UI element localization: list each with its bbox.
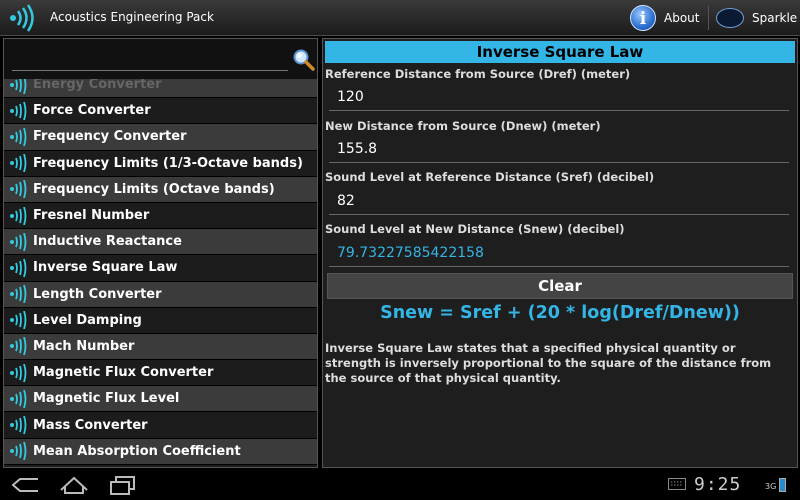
list-item[interactable]: Length Converter [4,280,317,307]
sound-wave-icon [10,442,27,461]
list-item[interactable]: Magnetic Flux Converter [4,359,317,386]
list-item[interactable]: Mass Converter [4,411,317,438]
list-item-label: Fresnel Number [33,208,150,224]
search-input[interactable] [12,49,288,71]
search-row [4,39,317,79]
list-item[interactable]: Inductive Reactance [4,228,317,255]
sound-wave-icon [10,127,27,146]
calculator-title: Inverse Square Law [325,41,795,63]
sound-wave-icon [10,232,27,251]
list-item[interactable]: Mach Number [4,332,317,360]
back-icon[interactable] [8,474,44,496]
sref-label: Sound Level at Reference Distance (Sref)… [325,170,655,184]
clear-button[interactable]: Clear [327,273,793,299]
dnew-label: New Distance from Source (Dnew) (meter) [325,119,601,133]
list-item-label: Frequency Limits (1/3-Octave bands) [33,155,303,171]
sparkle-button[interactable]: Sparkle [716,2,800,34]
list-item-label: Force Converter [33,103,151,119]
list-item[interactable]: Frequency Limits (Octave bands) [4,175,317,202]
calculator-list-panel: Energy Converter Force Converter Frequency… [3,38,318,468]
app-title: Acoustics Engineering Pack [50,10,214,24]
list-item-label: Inductive Reactance [33,234,182,250]
keyboard-icon [668,478,686,490]
clock: 9:25 [694,474,742,495]
sound-wave-icon [10,180,27,199]
sound-wave-icon [10,258,27,277]
description: Inverse Square Law states that a specifi… [325,341,772,385]
app-sound-wave-icon [10,4,34,32]
sound-wave-icon [10,285,27,304]
battery-icon [779,478,786,492]
list-item-label: Frequency Limits (Octave bands) [33,181,275,197]
list-item-label: Mean Absorption Coefficient [33,443,241,459]
about-label: About [664,11,700,25]
snew-result: 79.73227585422158 [329,239,789,267]
sound-wave-icon [10,206,27,225]
list-item-label: Energy Converter [33,77,162,93]
list-item-label: Frequency Converter [33,129,187,145]
list-item[interactable]: Inverse Square Law [4,254,317,281]
sparkle-logo-icon [716,8,744,28]
sound-wave-icon [10,154,27,173]
list-item-label: Magnetic Flux Level [33,391,180,407]
sound-wave-icon [10,101,27,120]
system-bar: 9:25 3G [0,470,800,500]
list-item-label: Magnetic Flux Converter [33,365,214,381]
sound-wave-icon [10,337,27,356]
calculator-list[interactable]: Energy Converter Force Converter Frequency… [4,71,317,467]
calculator-panel: Inverse Square Law Reference Distance fr… [322,38,798,468]
recent-apps-icon[interactable] [104,474,140,496]
formula: Snew = Sref + (20 * log(Dref/Dnew)) [380,303,740,323]
network-label: 3G [765,482,777,491]
list-item[interactable]: Mean Absorption Coefficient [4,437,317,464]
dnew-input[interactable] [329,135,789,163]
search-icon[interactable] [291,47,315,71]
list-item-label: Mass Converter [33,417,148,433]
sound-wave-icon [10,363,27,382]
sound-wave-icon [10,416,27,435]
action-bar-divider [708,6,709,30]
info-icon: i [630,5,656,31]
dref-label: Reference Distance from Source (Dref) (m… [325,67,631,81]
sparkle-label: Sparkle [752,11,798,25]
list-item[interactable]: Force Converter [4,97,317,124]
list-item[interactable]: Frequency Converter [4,123,317,150]
list-item-label: Length Converter [33,286,162,302]
list-item[interactable]: Metric Weight Converter [4,463,317,467]
list-item-label: Level Damping [33,312,142,328]
list-item[interactable]: Level Damping [4,306,317,333]
action-bar: Acoustics Engineering Pack i About Spark… [0,0,800,36]
sound-wave-icon [10,311,27,330]
list-item[interactable]: Magnetic Flux Level [4,385,317,412]
list-item[interactable]: Frequency Limits (1/3-Octave bands) [4,149,317,176]
list-item-label: Mach Number [33,338,135,354]
dref-input[interactable] [329,83,789,111]
sref-input[interactable] [329,187,789,215]
list-item[interactable]: Fresnel Number [4,201,317,229]
sound-wave-icon [10,389,27,408]
home-icon[interactable] [56,474,92,496]
list-item-label: Inverse Square Law [33,260,178,276]
about-button[interactable]: i About [630,2,702,34]
snew-label: Sound Level at New Distance (Snew) (deci… [325,222,625,236]
